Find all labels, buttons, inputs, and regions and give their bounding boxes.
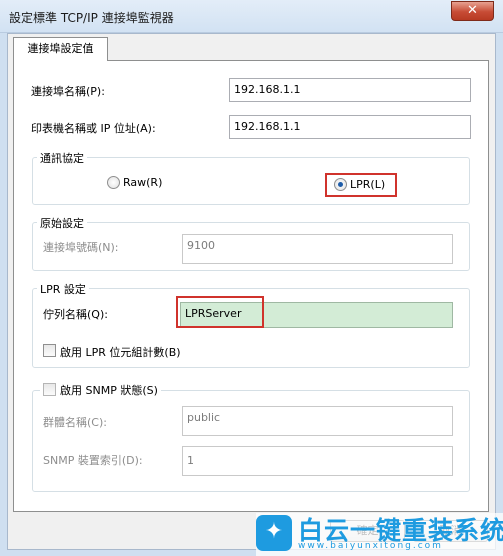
raw-settings-legend: 原始設定 bbox=[37, 215, 87, 231]
snmp-enable-label[interactable]: 啟用 SNMP 狀態(S) bbox=[60, 384, 158, 397]
snmp-enable-checkbox[interactable] bbox=[43, 383, 56, 396]
tab-port-settings[interactable]: 連接埠設定值 bbox=[13, 37, 108, 61]
byte-counting-label[interactable]: 啟用 LPR 位元組計數(B) bbox=[60, 344, 181, 360]
queue-name-highlight-box bbox=[176, 296, 264, 328]
protocol-group bbox=[32, 157, 470, 205]
window-title: 設定標準 TCP/IP 連接埠監視器 bbox=[9, 11, 174, 25]
raw-radio-label[interactable]: Raw(R) bbox=[123, 176, 162, 189]
bird-logo-icon: ✦ bbox=[256, 515, 292, 551]
watermark-url: www.baiyunxitong.com bbox=[298, 541, 443, 551]
title-bar: 設定標準 TCP/IP 連接埠監視器 ✕ bbox=[0, 0, 503, 33]
queue-name-label: 佇列名稱(Q): bbox=[43, 308, 108, 321]
lpr-highlight-box bbox=[325, 173, 397, 197]
printer-address-label: 印表機名稱或 IP 位址(A): bbox=[31, 122, 156, 135]
protocol-legend: 通訊協定 bbox=[37, 150, 87, 166]
port-number-input[interactable]: 9100 bbox=[182, 234, 453, 264]
port-name-input[interactable]: 192.168.1.1 bbox=[229, 78, 471, 102]
byte-counting-checkbox[interactable] bbox=[43, 344, 56, 357]
port-name-label: 連接埠名稱(P): bbox=[31, 85, 105, 98]
device-index-label: SNMP 裝置索引(D): bbox=[43, 454, 143, 467]
lpr-settings-legend: LPR 設定 bbox=[37, 281, 89, 297]
community-name-input[interactable]: public bbox=[182, 406, 453, 436]
snmp-legend: 啟用 SNMP 狀態(S) bbox=[40, 382, 161, 398]
community-name-label: 群體名稱(C): bbox=[43, 416, 107, 429]
close-button[interactable]: ✕ bbox=[451, 1, 494, 21]
port-number-label: 連接埠號碼(N): bbox=[43, 241, 119, 254]
device-index-input[interactable]: 1 bbox=[182, 446, 453, 476]
printer-address-input[interactable]: 192.168.1.1 bbox=[229, 115, 471, 139]
raw-radio[interactable] bbox=[107, 176, 120, 189]
